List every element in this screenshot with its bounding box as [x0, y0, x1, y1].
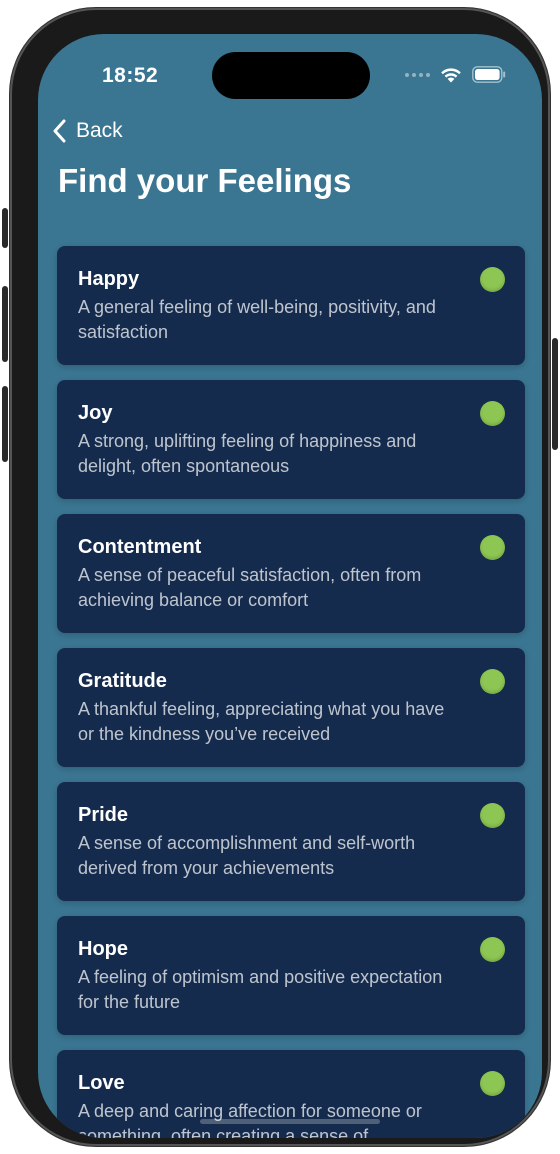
- feeling-name: Pride: [78, 804, 129, 826]
- feeling-name: Hope: [78, 938, 128, 960]
- feeling-description: A thankful feeling, appreciating what yo…: [78, 699, 445, 744]
- volume-down-button: [2, 386, 8, 462]
- status-dot: [480, 267, 505, 292]
- feeling-name: Love: [78, 1072, 125, 1094]
- power-button: [552, 338, 558, 450]
- feeling-name: Gratitude: [78, 670, 167, 692]
- feeling-card-contentment[interactable]: Contentment A sense of peaceful satisfac…: [57, 514, 525, 633]
- feeling-name: Contentment: [78, 536, 202, 558]
- dynamic-island: [212, 52, 370, 99]
- feeling-card-pride[interactable]: Pride A sense of accomplishment and self…: [57, 782, 525, 901]
- feeling-card-love[interactable]: Love A deep and caring affection for som…: [57, 1050, 525, 1138]
- status-dot: [480, 937, 505, 962]
- status-time: 18:52: [102, 64, 159, 87]
- wifi-icon: [441, 68, 461, 83]
- feeling-description: A general feeling of well-being, positiv…: [78, 297, 436, 342]
- feeling-name: Happy: [78, 268, 140, 290]
- feeling-name: Joy: [78, 402, 113, 424]
- action-button: [2, 208, 8, 248]
- feeling-description: A sense of peaceful satisfaction, often …: [78, 565, 422, 610]
- status-icons: [405, 66, 506, 83]
- feeling-description: A sense of accomplishment and self-worth…: [78, 833, 416, 878]
- feeling-card-joy[interactable]: Joy A strong, uplifting feeling of happi…: [57, 380, 525, 499]
- feeling-description: A feeling of optimism and positive expec…: [78, 967, 443, 1012]
- feelings-list: Happy A general feeling of well-being, p…: [57, 246, 525, 1138]
- back-label: Back: [76, 119, 123, 142]
- status-dot: [480, 669, 505, 694]
- feeling-card-happy[interactable]: Happy A general feeling of well-being, p…: [57, 246, 525, 365]
- status-dot: [480, 401, 505, 426]
- battery-icon: [472, 66, 506, 83]
- volume-up-button: [2, 286, 8, 362]
- phone-frame: 18:52 Back Find your Feelings Happy A ge…: [2, 8, 558, 1146]
- back-button[interactable]: Back: [50, 118, 123, 144]
- feeling-card-hope[interactable]: Hope A feeling of optimism and positive …: [57, 916, 525, 1035]
- feeling-card-gratitude[interactable]: Gratitude A thankful feeling, appreciati…: [57, 648, 525, 767]
- status-dot: [480, 803, 505, 828]
- home-indicator[interactable]: [200, 1119, 380, 1124]
- page-title: Find your Feelings: [58, 162, 352, 199]
- chevron-left-icon: [53, 119, 66, 143]
- status-dot: [480, 1071, 505, 1096]
- status-dot: [480, 535, 505, 560]
- feeling-description: A strong, uplifting feeling of happiness…: [78, 431, 417, 476]
- cellular-signal-icon: [405, 72, 430, 77]
- screen: 18:52 Back Find your Feelings Happy A ge…: [38, 34, 542, 1138]
